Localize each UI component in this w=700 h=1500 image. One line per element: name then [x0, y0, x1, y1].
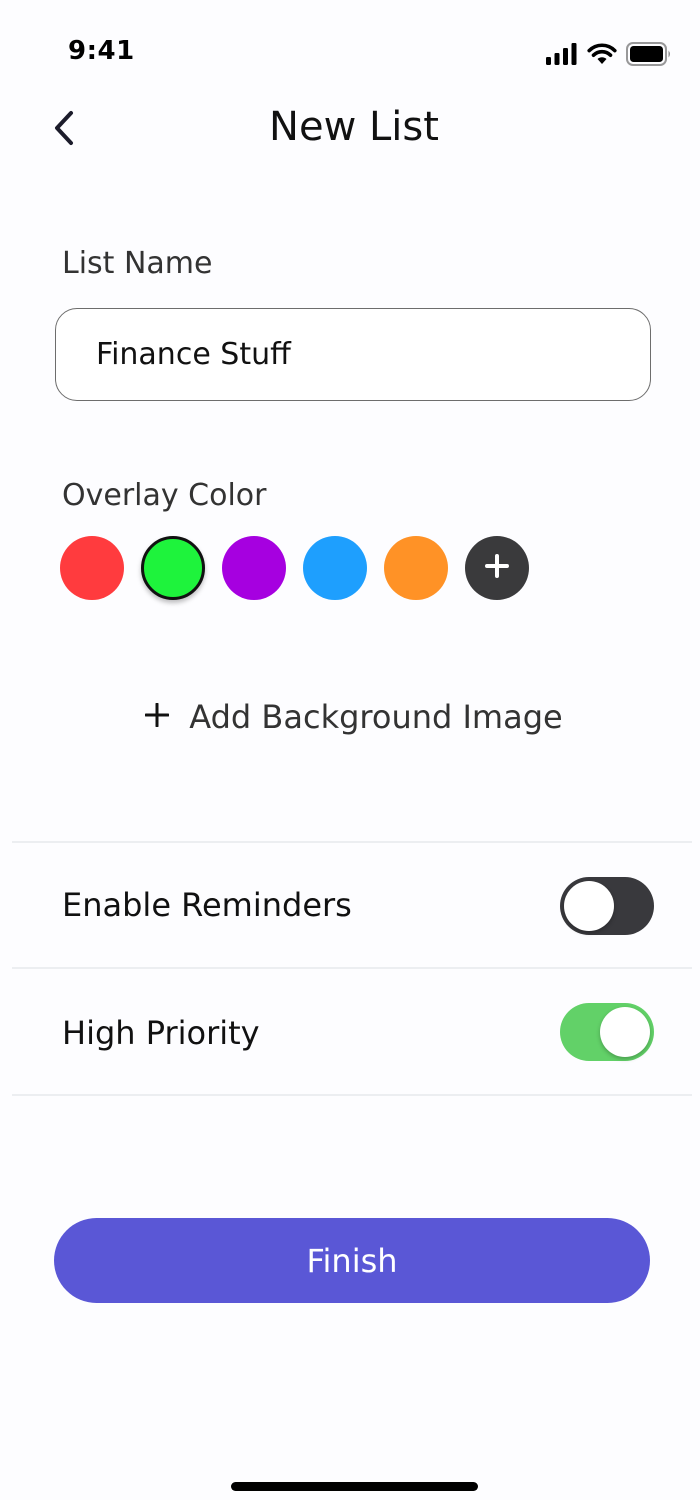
color-swatch-blue[interactable]	[303, 536, 367, 600]
add-background-image-label: Add Background Image	[189, 698, 563, 736]
toggle-knob	[564, 881, 614, 931]
list-name-input[interactable]	[55, 308, 651, 401]
color-swatch-red[interactable]	[60, 536, 124, 600]
color-swatch-purple[interactable]	[222, 536, 286, 600]
list-name-label: List Name	[62, 246, 213, 281]
status-time: 9:41	[68, 36, 135, 66]
plus-icon	[144, 702, 170, 731]
add-color-button[interactable]	[465, 536, 529, 600]
finish-button[interactable]: Finish	[54, 1218, 650, 1303]
color-swatch-orange[interactable]	[384, 536, 448, 600]
status-icons	[546, 40, 672, 68]
add-background-image-button[interactable]: Add Background Image	[0, 698, 700, 736]
enable-reminders-label: Enable Reminders	[62, 886, 352, 924]
battery-icon	[626, 42, 672, 66]
cellular-signal-icon	[546, 43, 578, 65]
high-priority-toggle[interactable]	[560, 1003, 654, 1061]
new-list-screen: 9:41 New List List Name Finance Stuff Ov…	[0, 0, 700, 1500]
divider	[12, 967, 692, 969]
page-title: New List	[269, 104, 439, 150]
home-indicator	[231, 1482, 478, 1491]
divider	[12, 1094, 692, 1096]
wifi-icon	[587, 43, 617, 65]
enable-reminders-toggle[interactable]	[560, 877, 654, 935]
toggle-knob	[600, 1007, 650, 1057]
high-priority-label: High Priority	[62, 1014, 260, 1052]
plus-icon	[484, 553, 510, 583]
status-bar: 9:41	[0, 0, 700, 100]
color-swatch-green[interactable]	[141, 536, 205, 600]
overlay-color-label: Overlay Color	[62, 478, 267, 513]
color-swatches	[60, 536, 529, 600]
divider	[12, 841, 692, 843]
